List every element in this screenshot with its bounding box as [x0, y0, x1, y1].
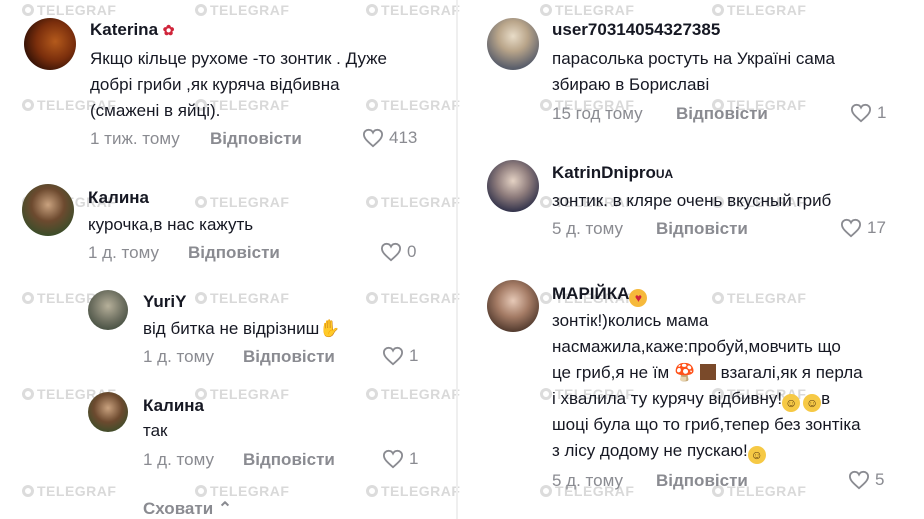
comment-text: так [143, 421, 168, 440]
watermark: TELEGRAF [366, 290, 460, 306]
avatar[interactable] [487, 18, 539, 70]
like-count: 1 [877, 103, 887, 122]
comment-time: 5 д. тому [552, 219, 623, 238]
heart-icon [362, 128, 384, 148]
watermark: TELEGRAF [712, 290, 806, 306]
reply-button[interactable]: Відповісти [676, 104, 768, 124]
comment-author[interactable]: Калина [143, 396, 204, 416]
reply-button[interactable]: Відповісти [188, 243, 280, 263]
watermark: TELEGRAF [366, 2, 460, 18]
reply-button[interactable]: Відповісти [243, 347, 335, 367]
watermark: TELEGRAF [195, 194, 289, 210]
smiling-hearts-emoji-icon: ♥ [629, 289, 648, 307]
watermark: TELEGRAF [366, 386, 460, 402]
comment-text: від битка не відрізниш✋ [143, 319, 341, 338]
comment-text: зонтік!)колись мама насмажила,каже:пробу… [552, 311, 863, 464]
panel-divider [456, 0, 458, 519]
watermark: TELEGRAF [195, 2, 289, 18]
avatar[interactable] [22, 184, 74, 236]
like-count: 0 [407, 242, 417, 261]
like-button[interactable]: 0 [380, 242, 416, 262]
avatar[interactable] [88, 290, 128, 330]
like-button[interactable]: 17 [840, 218, 886, 238]
comment-time: 15 год тому [552, 104, 643, 123]
like-button[interactable]: 1 [382, 449, 418, 469]
like-button[interactable]: 413 [362, 128, 417, 148]
comment-author[interactable]: Калина [88, 188, 149, 208]
avatar[interactable] [24, 18, 76, 70]
like-button[interactable]: 1 [382, 346, 418, 366]
heart-icon [382, 449, 404, 469]
like-count: 413 [389, 128, 418, 147]
comment-text: парасолька ростуть на Україні сама збира… [552, 49, 836, 94]
reply-button[interactable]: Відповісти [210, 129, 302, 149]
heart-icon [380, 242, 402, 262]
comment-time: 1 тиж. тому [90, 129, 180, 148]
thumbs-up-emoji-icon: ✋ [319, 319, 341, 338]
rolling-laughing-emoji-icon: ☺ [747, 446, 766, 464]
comment-time: 1 д. тому [143, 347, 214, 366]
comment-author[interactable]: Katerina ✿ [90, 20, 175, 40]
comment-text: зонтик. в кляре очень вкусный гриб [552, 191, 832, 210]
watermark: TELEGRAF [195, 386, 289, 402]
avatar[interactable] [487, 280, 539, 332]
comment-text: курочка,в нас кажуть [88, 215, 254, 234]
watermark: TELEGRAF [195, 483, 289, 499]
chevron-up-icon: ⌃ [217, 499, 233, 518]
watermark: TELEGRAF [712, 2, 806, 18]
reply-button[interactable]: Відповісти [656, 471, 748, 491]
comment-time: 5 д. тому [552, 471, 623, 490]
like-count: 17 [867, 218, 886, 237]
comment-author[interactable]: YuriY [143, 292, 186, 312]
avatar[interactable] [88, 392, 128, 432]
comment-text: Якщо кільце рухоме -то зонтик . Дуже доб… [90, 49, 387, 120]
avatar[interactable] [487, 160, 539, 212]
like-count: 5 [875, 470, 885, 489]
rolling-laughing-emoji-icon: ☺ [803, 394, 822, 412]
heart-icon [850, 103, 872, 123]
comment-author[interactable]: user70314054327385 [552, 20, 720, 40]
comment-time: 1 д. тому [143, 450, 214, 469]
like-button[interactable]: 5 [848, 470, 884, 490]
watermark: TELEGRAF [195, 290, 289, 306]
rose-emoji-icon: ✿ [162, 22, 175, 38]
watermark: TELEGRAF [22, 483, 116, 499]
watermark: TELEGRAF [22, 2, 116, 18]
heart-icon [382, 346, 404, 366]
like-count: 1 [409, 346, 419, 365]
like-button[interactable]: 1 [850, 103, 886, 123]
comment-author[interactable]: KatrinDniproUA [552, 163, 673, 183]
reply-button[interactable]: Відповісти [243, 450, 335, 470]
hide-replies-button[interactable]: Сховати ⌃ [143, 499, 232, 519]
heart-icon [848, 470, 870, 490]
like-count: 1 [409, 449, 419, 468]
rolling-laughing-emoji-icon: ☺ [782, 394, 801, 412]
watermark: TELEGRAF [366, 194, 460, 210]
reply-button[interactable]: Відповісти [656, 219, 748, 239]
watermark: TELEGRAF [366, 483, 460, 499]
brown-square-emoji-icon [699, 364, 716, 380]
comment-time: 1 д. тому [88, 243, 159, 262]
watermark: TELEGRAF [540, 2, 634, 18]
mushroom-emoji-icon: 🍄 [673, 363, 696, 382]
comment-author[interactable]: МАРІЙКА ♥ [552, 284, 648, 307]
heart-icon [840, 218, 862, 238]
